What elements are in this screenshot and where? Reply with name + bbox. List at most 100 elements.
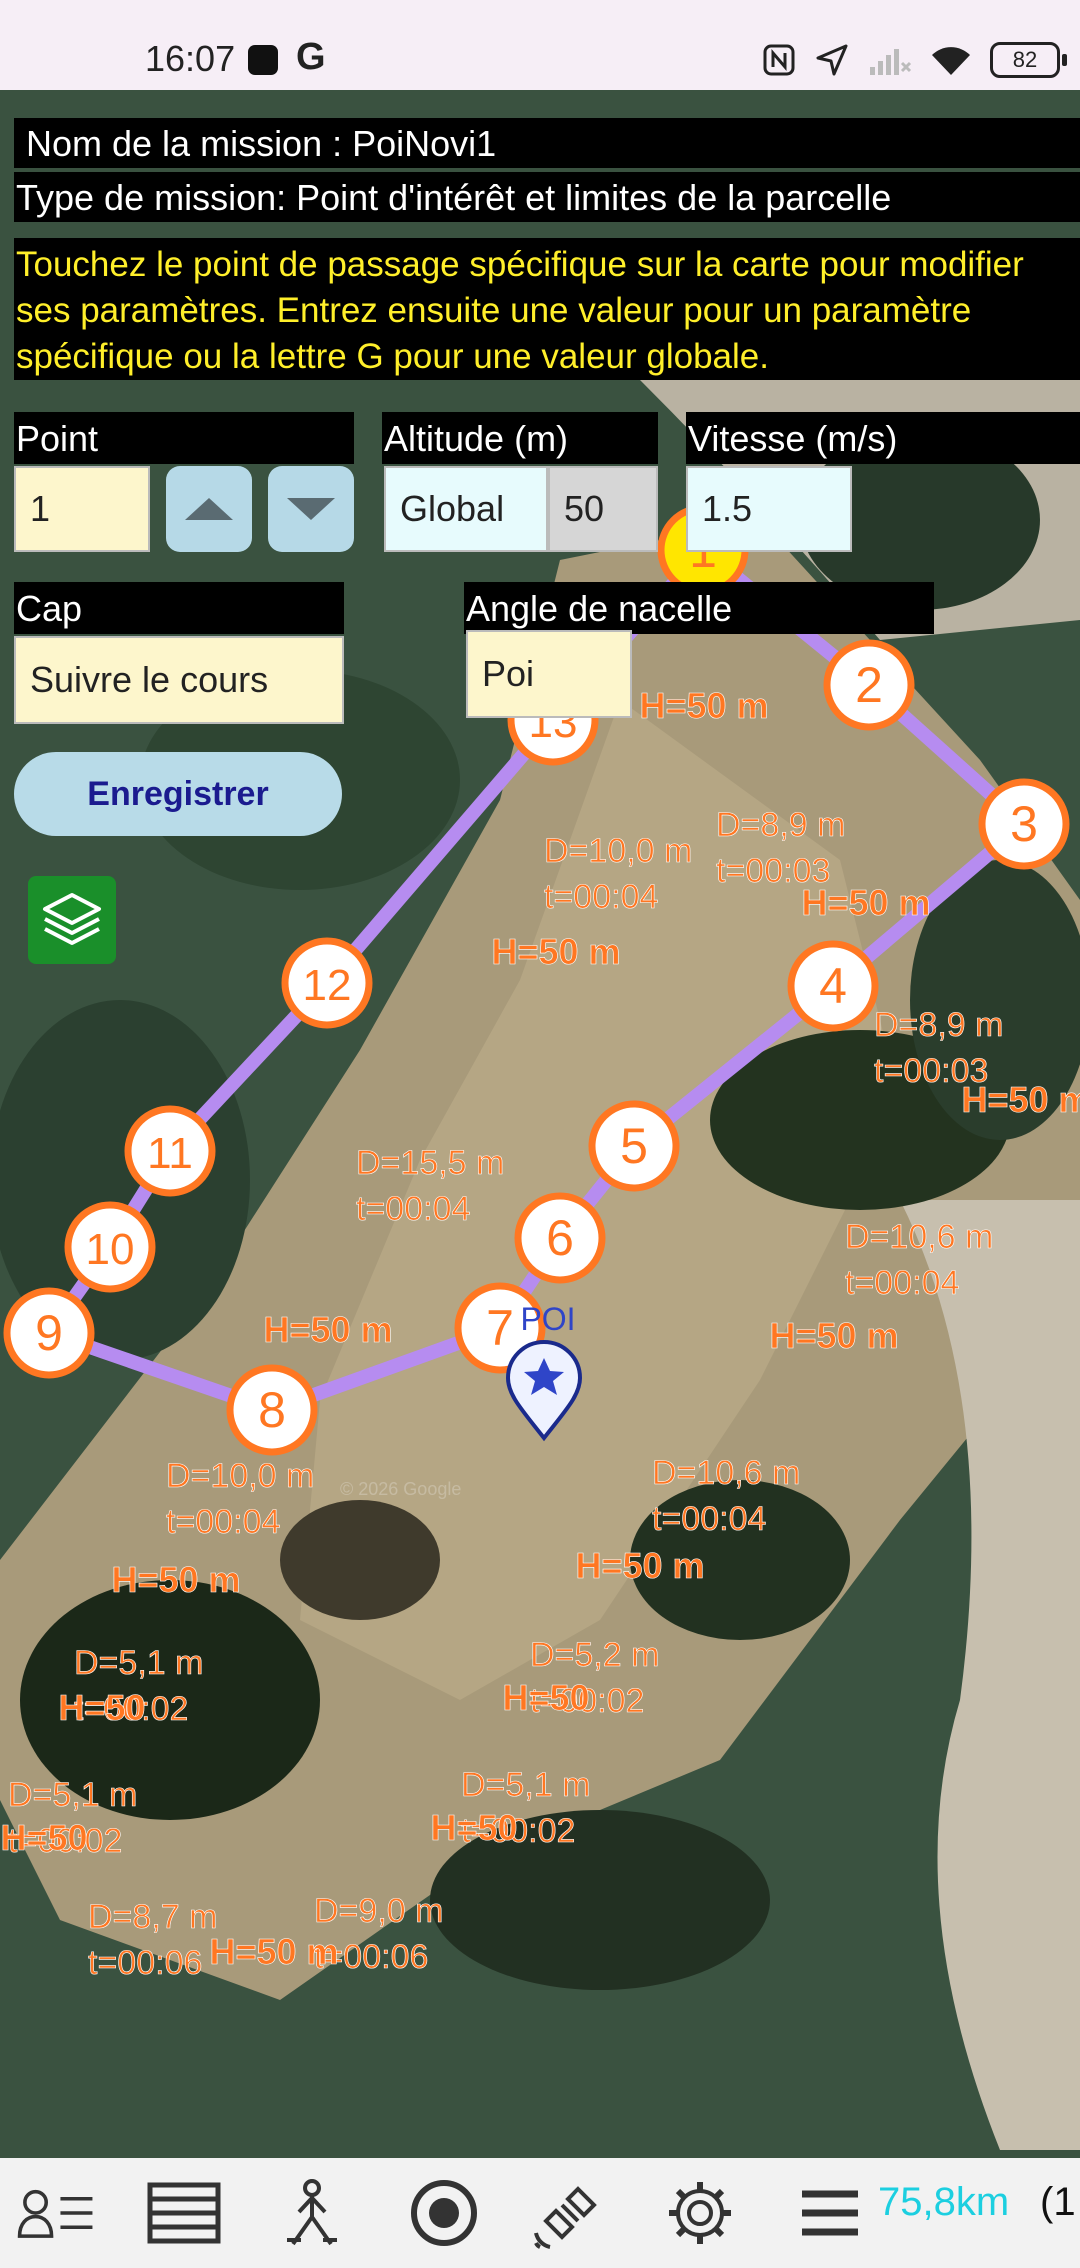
status-bar: 16:07 G 82 xyxy=(0,0,1080,90)
waypoint-number: 4 xyxy=(819,958,847,1014)
waypoint-height-label: H=50 m xyxy=(209,1931,338,1972)
speed-label: Vitesse (m/s) xyxy=(686,412,1080,464)
waypoint-number: 9 xyxy=(35,1305,63,1361)
waypoint-height-label: H=50 m xyxy=(801,882,930,923)
segment-distance-label: D=8,7 m xyxy=(88,1898,217,1936)
user-list-icon xyxy=(17,2189,93,2238)
satellite-icon xyxy=(534,2186,597,2249)
segment-distance-label: D=10,6 m xyxy=(845,1218,993,1256)
segment-distance-label: D=5,1 m xyxy=(8,1776,137,1814)
heading-label: Cap xyxy=(14,582,344,634)
record-icon xyxy=(411,2180,477,2246)
triangle-up-icon xyxy=(185,498,233,520)
segment-time-label: t=00:04 xyxy=(544,878,658,916)
location-arrow-icon xyxy=(816,44,848,76)
segment-time-label: t=00:04 xyxy=(356,1190,470,1228)
waypoint-marker[interactable]: 12 xyxy=(281,937,373,1029)
waypoint-number: 7 xyxy=(486,1300,514,1356)
segment-distance-label: D=9,0 m xyxy=(314,1892,443,1930)
surveyor-icon xyxy=(287,2179,337,2246)
segment-time-label: t=00:04 xyxy=(166,1503,280,1541)
gimbal-label: Angle de nacelle xyxy=(464,582,934,634)
segment-distance-label: D=8,9 m xyxy=(716,806,845,844)
segment-distance-label: D=8,9 m xyxy=(874,1006,1003,1044)
menu-icon xyxy=(802,2190,858,2236)
altitude-label: Altitude (m) xyxy=(382,412,658,464)
battery-icon: 82 xyxy=(990,42,1067,78)
waypoint-marker[interactable]: 5 xyxy=(588,1100,680,1192)
settings-button[interactable] xyxy=(660,2176,740,2250)
nfc-icon xyxy=(763,44,795,76)
waypoint-height-label: H=50 m xyxy=(639,685,768,726)
instructions-text: Touchez le point de passage spécifique s… xyxy=(14,238,1080,380)
record-button[interactable] xyxy=(404,2176,484,2250)
waypoint-marker[interactable]: 6 xyxy=(514,1192,606,1284)
total-distance: 75,8km xyxy=(878,2180,1010,2224)
wifi-icon xyxy=(932,47,970,75)
google-icon: G xyxy=(296,36,326,78)
table-button[interactable] xyxy=(144,2176,224,2250)
waypoint-number: 5 xyxy=(620,1118,648,1174)
segment-time-label: t=00:04 xyxy=(652,1500,766,1538)
waypoint-marker[interactable]: 2 xyxy=(823,639,915,731)
status-icons: 82 xyxy=(762,38,1067,82)
altitude-mode-field[interactable]: Global xyxy=(384,466,548,552)
segment-distance-label: D=10,6 m xyxy=(652,1454,800,1492)
save-button[interactable]: Enregistrer xyxy=(14,752,342,836)
altitude-input[interactable]: 50 xyxy=(548,466,658,552)
waypoint-height-label: H=50 m xyxy=(263,1309,392,1350)
point-input[interactable]: 1 xyxy=(14,466,150,552)
survey-button[interactable] xyxy=(272,2176,352,2250)
segment-distance-label: D=10,0 m xyxy=(166,1457,314,1495)
waypoint-marker[interactable]: 3 xyxy=(978,778,1070,870)
waypoint-marker[interactable]: 8 xyxy=(226,1364,318,1456)
layers-icon xyxy=(43,893,101,945)
mission-type: Type de mission: Point d'intérêt et limi… xyxy=(14,172,1080,222)
map-watermark: © 2026 Google xyxy=(340,1479,461,1499)
signal-icon xyxy=(870,49,912,75)
heading-select[interactable]: Suivre le cours xyxy=(14,636,344,724)
waypoint-height-label: H=50 m xyxy=(575,1545,704,1586)
segment-distance-label: D=5,2 m xyxy=(530,1636,659,1674)
segment-distance-label: D=5,1 m xyxy=(74,1644,203,1682)
segment-time-label: t=00:06 xyxy=(88,1944,202,1982)
point-down-button[interactable] xyxy=(268,466,354,552)
waypoint-height-label: H=50 xyxy=(58,1687,145,1728)
satellite-button[interactable] xyxy=(530,2176,610,2250)
waypoint-number: 10 xyxy=(86,1225,135,1274)
map-layers-button[interactable] xyxy=(28,876,116,964)
triangle-down-icon xyxy=(287,498,335,520)
waypoint-height-label: H=50 m xyxy=(961,1079,1080,1120)
waypoint-number: 12 xyxy=(303,961,352,1010)
waypoint-number: 11 xyxy=(147,1129,193,1178)
waypoint-number: 6 xyxy=(546,1210,574,1266)
status-time: 16:07 xyxy=(145,38,236,79)
waypoint-height-label: H=50 xyxy=(430,1807,517,1848)
menu-button[interactable] xyxy=(790,2176,870,2250)
poi-label: POI xyxy=(520,1301,575,1337)
waypoint-number: 3 xyxy=(1010,796,1038,852)
point-label: Point xyxy=(14,412,354,464)
waypoint-number: 8 xyxy=(258,1382,286,1438)
waypoint-marker[interactable]: 4 xyxy=(787,940,879,1032)
gimbal-input[interactable]: Poi xyxy=(466,630,632,718)
waypoint-marker[interactable]: 11 xyxy=(124,1105,216,1197)
mission-name: Nom de la mission : PoiNovi1 xyxy=(14,118,1080,168)
waypoint-height-label: H=50 xyxy=(502,1677,589,1718)
segment-distance-label: D=5,1 m xyxy=(461,1766,590,1804)
screen-record-icon xyxy=(248,45,278,75)
waypoint-marker[interactable]: 10 xyxy=(64,1201,156,1293)
waypoint-marker[interactable]: 9 xyxy=(3,1287,95,1379)
waypoint-height-label: H=50 xyxy=(0,1817,87,1858)
point-up-button[interactable] xyxy=(166,466,252,552)
segment-distance-label: D=10,0 m xyxy=(544,832,692,870)
waypoint-height-label: H=50 m xyxy=(769,1315,898,1356)
user-list-button[interactable] xyxy=(16,2176,96,2250)
settings-icon xyxy=(669,2182,731,2244)
table-icon xyxy=(147,2182,221,2244)
speed-input[interactable]: 1.5 xyxy=(686,466,852,552)
waypoint-number: 2 xyxy=(855,657,883,713)
distance-extra: (1 xyxy=(1040,2180,1076,2224)
segment-time-label: t=00:04 xyxy=(845,1264,959,1302)
satellite-map[interactable]: © 2026 Google D=8,9 mt=00:03D=8,9 mt=00:… xyxy=(0,90,1080,2158)
